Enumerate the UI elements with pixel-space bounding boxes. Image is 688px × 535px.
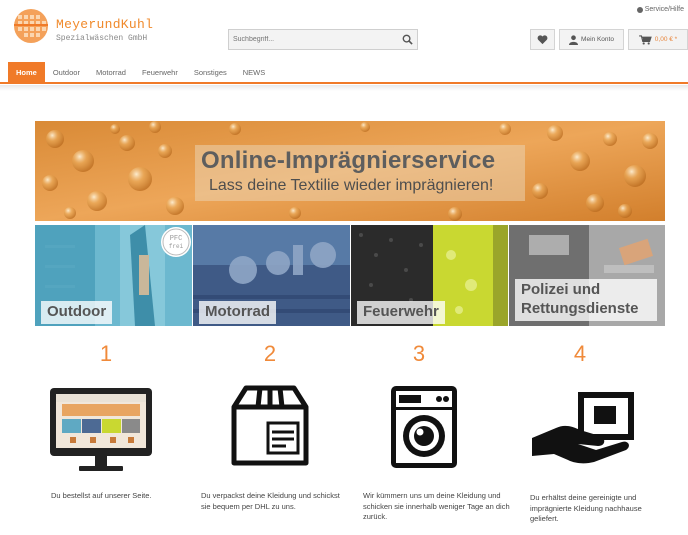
cart-button[interactable]: 0,00 € * [628,29,688,50]
user-icon [569,34,579,45]
search-bar [228,29,418,50]
category-label-outdoor: Outdoor [41,301,113,324]
search-icon [402,34,413,45]
search-input[interactable] [229,30,397,49]
wishlist-button[interactable] [530,29,555,50]
step-number-4: 4 [573,341,587,366]
category-tile-feuerwehr[interactable]: Feuerwehr [351,225,508,326]
cart-icon [638,34,652,45]
logo[interactable]: MeyerundKuhl Spezialwäschen GmbH [12,7,153,45]
account-button[interactable]: Mein Konto [559,29,624,50]
search-button[interactable] [397,30,417,49]
step-number-3: 3 [412,341,426,366]
category-tile-outdoor[interactable]: PFC frei Outdoor [35,225,192,326]
service-help-link[interactable]: Service/Hilfe [636,6,684,13]
washing-machine-icon [391,386,457,468]
category-label-feuerwehr: Feuerwehr [357,301,445,324]
heart-icon [537,34,548,44]
package-icon [231,385,309,466]
nav-item-news[interactable]: NEWS [235,63,274,82]
logo-subtitle: Spezialwäschen GmbH [56,34,148,43]
step-number-2: 2 [263,341,277,366]
nav-item-outdoor[interactable]: Outdoor [45,63,88,82]
monitor-icon [50,388,152,471]
category-label-motorrad: Motorrad [199,301,276,324]
page: Service/Hilfe MeyerundKuhl Spezialwäsche… [0,0,688,535]
pfc-badge-text: PFC [170,235,183,243]
service-help-label: Service/Hilfe [644,6,684,13]
nav-shadow [0,85,688,91]
category-label-polizei: Polizei und Rettungsdienste [515,279,657,321]
main-nav: Home Outdoor Motorrad Feuerwehr Sonstige… [0,62,688,84]
nav-item-home[interactable]: Home [8,62,45,82]
step-number-1: 1 [99,341,113,366]
category-tile-polizei[interactable]: Polizei und Rettungsdienste [509,225,665,326]
cart-total: 0,00 € * [654,36,678,43]
hero-subtitle: Lass deine Textilie wieder imprägnieren! [209,177,494,194]
account-label: Mein Konto [581,36,614,43]
step-text-2: Du verpackst deine Kleidung und schickst… [201,491,340,511]
hero-banner[interactable]: Online-Imprägnierservice Lass deine Text… [35,121,665,221]
category-tile-motorrad[interactable]: Motorrad [193,225,350,326]
logo-name: MeyerundKuhl [56,17,154,32]
logo-grid-icon [14,9,48,43]
step-text-4: Du erhältst deine gereinigte und imprägn… [530,493,642,523]
nav-item-motorrad[interactable]: Motorrad [88,63,134,82]
delivery-hand-icon [532,392,634,464]
help-icon [636,6,643,13]
nav-item-sonstiges[interactable]: Sonstiges [186,63,235,82]
step-text-3: Wir kümmern uns um deine Kleidung und sc… [363,491,510,521]
svg-text:frei: frei [169,243,184,250]
step-text-1: Du bestellst auf unserer Seite. [51,491,152,500]
hero-title: Online-Imprägnierservice [201,147,496,174]
nav-item-feuerwehr[interactable]: Feuerwehr [134,63,186,82]
